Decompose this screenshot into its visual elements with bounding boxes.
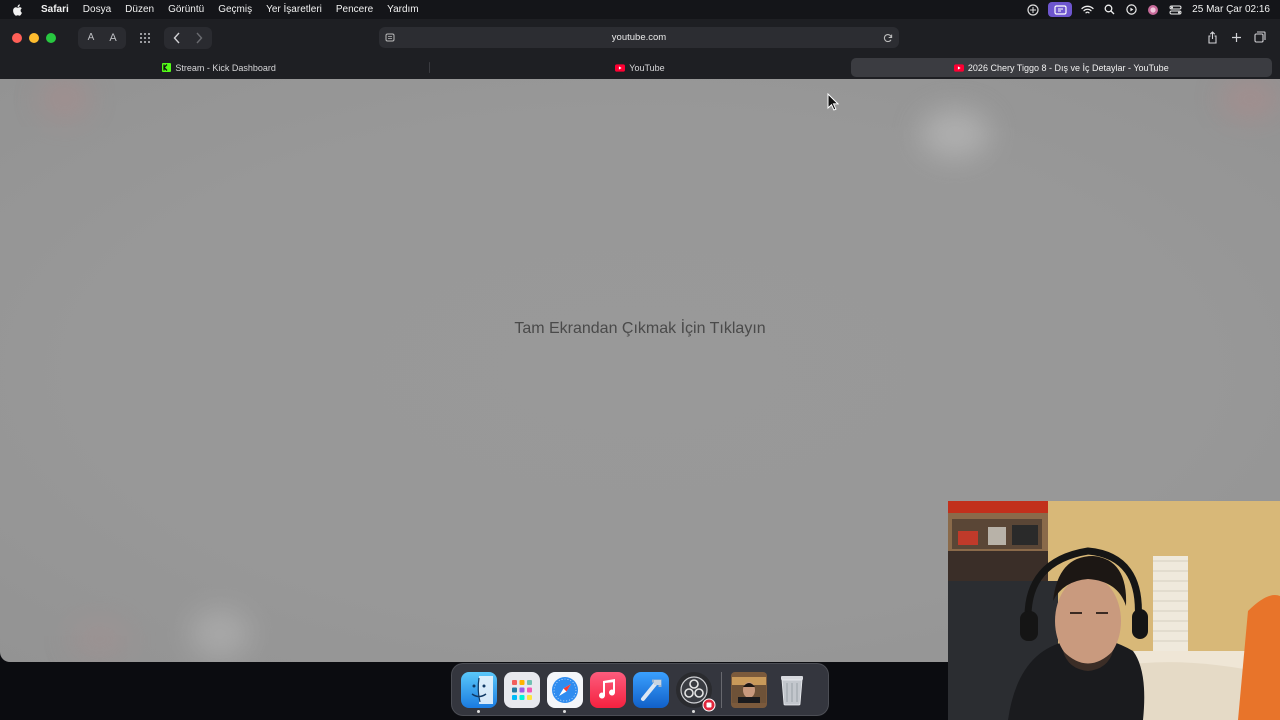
siri-icon[interactable] (1142, 2, 1164, 17)
text-size-group: A A (78, 26, 126, 49)
photo-thumbnail-icon[interactable] (731, 671, 767, 708)
webcam-person-image (948, 501, 1280, 720)
fullscreen-window-button[interactable] (46, 32, 56, 43)
tab-youtube[interactable]: YouTube (429, 58, 850, 77)
dock (451, 663, 829, 716)
kick-icon (161, 63, 171, 72)
tab-chery-tiggo-video[interactable]: 2026 Chery Tiggo 8 - Dış ve İç Detaylar … (850, 58, 1272, 77)
safari-toolbar: A A youtube.com (0, 19, 1280, 56)
wifi-icon[interactable] (1076, 2, 1098, 17)
tab-kick-dashboard[interactable]: Stream - Kick Dashboard (8, 58, 429, 77)
forward-button[interactable] (188, 27, 210, 49)
screen-sharing-icon[interactable] (1022, 2, 1044, 17)
blurred-highlight (920, 109, 990, 159)
tab-title: 2026 Chery Tiggo 8 - Dış ve İç Detaylar … (967, 62, 1169, 73)
reload-icon[interactable] (877, 33, 899, 43)
recording-badge-icon (702, 698, 716, 711)
music-icon[interactable] (590, 671, 626, 708)
play-circle-icon[interactable] (1120, 2, 1142, 17)
window-controls (12, 32, 56, 43)
minimize-window-button[interactable] (29, 32, 39, 43)
menu-goruntu[interactable]: Görüntü (161, 4, 211, 15)
blurred-corner-area (1220, 79, 1280, 119)
blurred-logo-area (40, 79, 90, 119)
tab-title: Stream - Kick Dashboard (175, 62, 276, 73)
menu-yer-isaretleri[interactable]: Yer İşaretleri (259, 4, 329, 15)
toolbar-right-actions (1202, 27, 1270, 47)
tab-overview-button-icon[interactable] (1250, 27, 1270, 47)
webcam-overlay (948, 501, 1280, 720)
new-tab-icon[interactable] (1226, 27, 1246, 47)
running-indicator (477, 709, 480, 713)
blurred-bottom-spot (190, 609, 250, 659)
youtube-icon (615, 63, 626, 72)
control-center-icon[interactable] (1164, 2, 1186, 17)
running-indicator (563, 709, 566, 713)
search-icon[interactable] (1098, 2, 1120, 17)
menu-yardim[interactable]: Yardım (380, 4, 426, 15)
text-larger-button[interactable]: A (102, 27, 124, 49)
menu-clock[interactable]: 25 Mar Çar 02:16 (1192, 4, 1270, 15)
share-icon[interactable] (1202, 27, 1222, 47)
text-smaller-button[interactable]: A (80, 27, 102, 49)
mouse-cursor-icon (827, 93, 839, 111)
menu-dosya[interactable]: Dosya (76, 4, 118, 15)
navigation-group (164, 26, 212, 49)
tab-bar: Stream - Kick Dashboard YouTube 2026 Che… (0, 56, 1280, 79)
address-bar[interactable]: youtube.com (379, 27, 899, 48)
screen-mirroring-icon[interactable] (1048, 2, 1073, 17)
youtube-icon (953, 63, 964, 72)
trash-icon[interactable] (774, 672, 810, 708)
dock-separator (721, 671, 722, 708)
page-menu-icon[interactable] (379, 33, 401, 42)
xcode-icon[interactable] (633, 671, 669, 708)
tab-overview-icon[interactable] (134, 27, 156, 49)
close-window-button[interactable] (12, 32, 22, 43)
obs-icon[interactable] (676, 671, 716, 713)
menu-gecmis[interactable]: Geçmiş (211, 4, 259, 15)
blurred-bottom-left (70, 619, 130, 659)
url-text[interactable]: youtube.com (401, 32, 877, 43)
menu-duzen[interactable]: Düzen (118, 4, 161, 15)
menu-pencere[interactable]: Pencere (329, 4, 380, 15)
running-indicator (692, 709, 695, 713)
menu-app-safari[interactable]: Safari (34, 4, 76, 15)
finder-icon[interactable] (461, 671, 497, 713)
exit-fullscreen-message[interactable]: Tam Ekrandan Çıkmak İçin Tıklayın (0, 320, 1280, 338)
launchpad-icon[interactable] (504, 671, 540, 708)
apple-icon[interactable] (12, 3, 26, 16)
tab-title: YouTube (629, 62, 665, 73)
menu-bar: Safari Dosya Düzen Görüntü Geçmiş Yer İş… (0, 0, 1280, 19)
back-button[interactable] (166, 27, 188, 49)
safari-icon[interactable] (547, 671, 583, 713)
